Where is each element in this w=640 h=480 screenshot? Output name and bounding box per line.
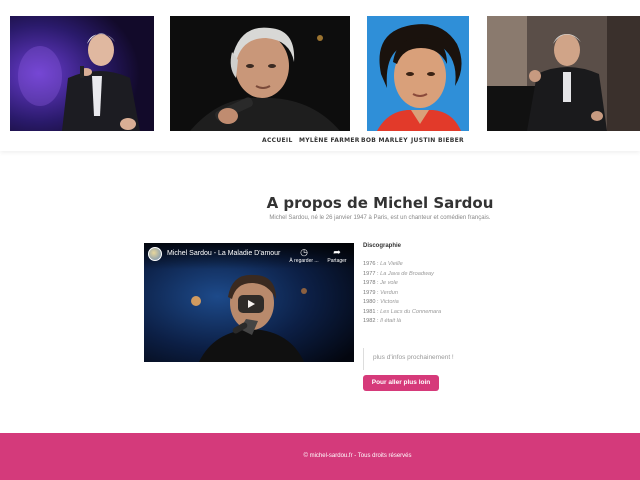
album-title: Verdun — [380, 289, 398, 296]
page-subtitle: Michel Sardou, né le 26 janvier 1947 à P… — [269, 215, 491, 221]
channel-avatar[interactable] — [148, 247, 162, 261]
album-year: 1980 — [363, 299, 376, 305]
learn-more-button[interactable]: Pour aller plus loin — [363, 375, 439, 391]
album-year: 1982 — [363, 318, 376, 324]
list-item: 1977 : La Java de Broadway — [363, 270, 434, 277]
main-nav: ACCUEIL MYLÈNE FARMER BOB MARLEY JUSTIN … — [0, 137, 640, 147]
header-photo-3[interactable] — [367, 16, 469, 131]
header-photo-4[interactable] — [487, 16, 640, 131]
list-item: 1981 : Les Lacs du Connemara — [363, 308, 442, 315]
list-item: 1980 : Victoria — [363, 299, 399, 305]
share-icon: ➦ — [333, 247, 341, 257]
album-year: 1977 — [363, 270, 376, 277]
list-item: 1979 : Verdun — [363, 289, 398, 296]
youtube-video-embed[interactable]: Michel Sardou - La Maladie D'amour ◷ À r… — [144, 243, 354, 362]
nav-item-mylene-farmer[interactable]: MYLÈNE FARMER — [299, 137, 360, 144]
site-footer: © michel-sardou.fr - Tous droits réservé… — [0, 433, 640, 480]
clock-icon: ◷ — [300, 247, 308, 257]
album-title: Je vole — [380, 280, 398, 286]
more-info-note: plus d'infos prochainement ! — [363, 348, 454, 370]
video-title[interactable]: Michel Sardou - La Maladie D'amour — [167, 250, 280, 257]
share-button[interactable]: ➦ Partager — [322, 247, 352, 264]
nav-item-accueil[interactable]: ACCUEIL — [262, 137, 293, 144]
nav-item-bob-marley[interactable]: BOB MARLEY — [361, 137, 408, 144]
watch-later-label: À regarder ... — [289, 258, 319, 264]
album-year: 1978 — [363, 280, 376, 286]
album-year: 1979 — [363, 289, 376, 296]
header-photo-1[interactable] — [10, 16, 154, 131]
watch-later-button[interactable]: ◷ À regarder ... — [289, 247, 319, 264]
share-label: Partager — [327, 258, 347, 264]
header-photo-2[interactable] — [170, 16, 350, 131]
list-item: 1976 : La Vieille — [363, 261, 403, 267]
album-title: La Vieille — [380, 261, 403, 267]
album-title: Victoria — [380, 299, 399, 305]
list-item: 1982 : Il était là — [363, 318, 401, 324]
album-title: Il était là — [380, 318, 401, 324]
nav-item-justin-bieber[interactable]: JUSTIN BIEBER — [411, 137, 464, 144]
list-item: 1978 : Je vole — [363, 280, 398, 286]
album-year: 1981 — [363, 308, 376, 315]
site-header: ACCUEIL MYLÈNE FARMER BOB MARLEY JUSTIN … — [0, 0, 640, 151]
copyright-text: © michel-sardou.fr - Tous droits réservé… — [303, 453, 412, 459]
discography-title: Discographie — [363, 243, 402, 249]
album-title: Les Lacs du Connemara — [380, 308, 442, 315]
album-year: 1976 — [363, 261, 376, 267]
play-button[interactable] — [238, 295, 264, 313]
discography-block: Discographie 1976 : La Vieille 1977 : La… — [363, 243, 503, 327]
album-title: La Java de Broadway — [380, 270, 434, 277]
page-title: A propos de Michel Sardou — [266, 194, 494, 212]
